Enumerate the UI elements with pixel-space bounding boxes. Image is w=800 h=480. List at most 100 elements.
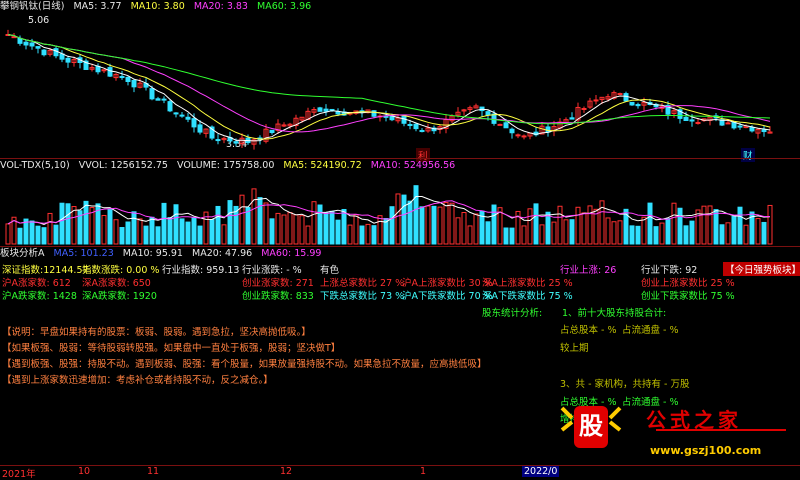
volume-bar [257,197,263,245]
volume-bar [371,225,377,245]
volume-bar [707,205,713,245]
total-up-ratio: 上涨总家数比 27 % [320,278,405,289]
ma10-line [7,34,771,140]
volume-bar [665,218,671,245]
candle-body [11,36,17,39]
volume-bar [455,217,461,245]
sh-a-down-ratio: 沪A下跌家数比 70 % [402,291,493,302]
volume-bar [281,214,287,245]
volume-bar [113,219,119,245]
volume-bar [449,202,455,245]
stock-title: 攀钢钒钛(日线) [0,1,65,12]
ma20-readout: MA20: 3.83 [193,1,248,12]
candle-body [233,141,239,144]
gem-down-count: 创业跌家数: 833 [242,291,314,302]
candle-body [149,88,155,100]
volume-bar [5,223,11,245]
candle-body [191,118,197,128]
candle-body [413,123,419,130]
volume-bar [539,224,545,245]
industry-index: 行业指数: 959.13 [162,265,240,276]
candle-body [593,99,599,102]
volume-bar [683,225,689,245]
volume-bar [767,204,773,245]
vs-last-period: 较上期 [560,343,589,354]
ma5-readout: MA5: 3.77 [73,1,122,12]
strategy-note: 【遇到板强、股强：持股不动。遇到板弱、股强：看个股量，如果放量强持股不动。如果急… [2,359,487,370]
candle-body [683,116,689,121]
volume-indicator-name: VOL-TDX(5,10) [0,160,70,171]
volume-bar [701,205,707,245]
volume-bar [107,209,113,245]
volume-bar [761,221,767,245]
candle-body [317,107,323,112]
volume-bar [215,205,221,245]
candle-body [335,111,341,115]
volume-bar [311,201,317,245]
volume-bar [491,204,497,245]
volume-bar [617,220,623,245]
shenzhen-index: 深证指数:12144.57 [2,265,89,276]
board-ma5-readout: MA5: 101.23 [53,248,114,259]
time-axis-label: 12 [280,466,293,477]
candle-body [215,139,221,142]
candle-body [23,41,29,46]
candle-body [503,122,509,129]
candle-body [629,101,635,106]
volume-bar [125,221,131,245]
volume-bar [17,227,23,245]
volume-bar [269,218,275,245]
float-share-pct: 占流通盘 - % [622,325,679,336]
volume-bar [65,203,71,245]
volume-bar [503,227,509,245]
board-ma10-readout: MA10: 95.91 [122,248,183,259]
sz-a-down-ratio: 深A下跌家数比 75 % [482,291,573,302]
volume-bar [443,202,449,245]
volume-bar [149,216,155,245]
candle-body [173,112,179,115]
volume-bar [545,211,551,245]
volume-bar [197,225,203,245]
volume-bar [53,224,59,245]
time-axis-label: 11 [147,466,160,477]
strategy-note: 【说明：早盘如果持有的股票：板弱、股弱。遇到急拉，坚决高抛低吸。】 [2,327,311,338]
candle-body [731,121,737,129]
volume-bar [629,225,635,245]
volume-bar-chart[interactable] [0,172,800,246]
volume-bar [569,219,575,245]
volume-bar [605,217,611,245]
volume-bar [155,226,161,245]
candle-body [545,126,551,133]
volume-bar [461,212,467,245]
candle-body [131,79,137,88]
gem-up-ratio: 创业上涨家数比 25 % [641,278,735,289]
volume-bar [671,202,677,245]
volume-bar [527,208,533,245]
volume-bar [653,226,659,245]
volume-bar [71,206,77,245]
sz-a-up-ratio: 深A上涨家数比 25 % [482,278,573,289]
candle-body [695,121,701,124]
volume-bar [737,206,743,245]
candle-body [161,98,167,101]
board-analysis-header: 板块分析A MA5: 101.23 MA10: 95.91 MA20: 47.9… [0,247,800,261]
volume-bar [221,224,227,245]
volume-bar [611,221,617,245]
volume-bar [431,205,437,245]
candle-body [737,125,743,128]
volume-bar [713,209,719,245]
volume-bar [323,212,329,245]
volume-bar [299,215,305,245]
candle-body [269,129,275,134]
volume-bar [467,225,473,245]
industry-up-count: 行业上涨: 26 [560,265,617,276]
price-candlestick-chart[interactable] [0,14,800,158]
strong-sector-tag[interactable]: 【今日强势板块】: 纸 [723,262,800,276]
volume-bar [47,212,53,245]
candle-body [509,128,515,134]
candle-body [485,111,491,116]
volume-bar [395,193,401,245]
volume-bar [413,185,419,245]
time-axis-line [0,465,800,466]
candle-body [65,57,71,63]
